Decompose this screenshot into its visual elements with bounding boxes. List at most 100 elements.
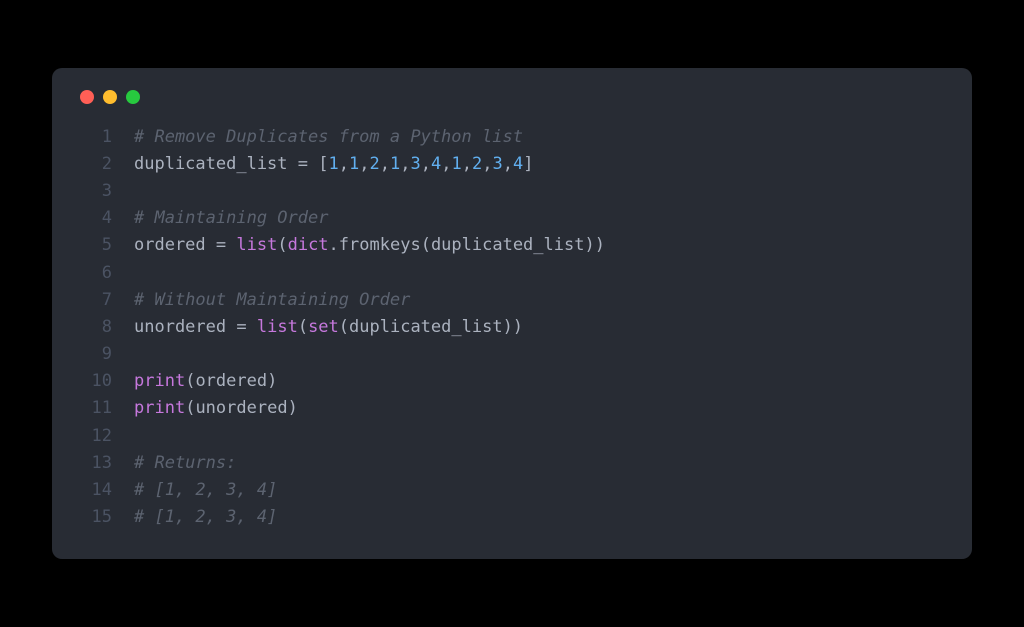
token-num: 1: [452, 154, 462, 174]
token-default: fromkeys: [339, 235, 421, 255]
token-paren: (: [339, 317, 349, 337]
code-line: 15 # [1, 2, 3, 4]: [76, 504, 948, 531]
code-block: 1 # Remove Duplicates from a Python list 2…: [76, 124, 948, 532]
token-func: set: [308, 317, 339, 337]
token-comment: # Maintaining Order: [134, 208, 328, 228]
line-number: 11: [76, 395, 112, 422]
line-number: 3: [76, 178, 112, 205]
line-content: print(unordered): [134, 395, 948, 422]
minimize-icon[interactable]: [103, 90, 117, 104]
code-line: 2duplicated_list = [1,1,2,1,3,4,1,2,3,4]: [76, 151, 948, 178]
token-num: 1: [329, 154, 339, 174]
token-punct: ,: [462, 154, 472, 174]
code-line: 13# Returns:: [76, 450, 948, 477]
token-punct: ,: [400, 154, 410, 174]
token-comment: # Returns:: [134, 453, 236, 473]
code-line: 5 ordered = list(dict.fromkeys(duplicated…: [76, 232, 948, 259]
line-content: duplicated_list = [1,1,2,1,3,4,1,2,3,4]: [134, 151, 948, 178]
token-default: [226, 235, 236, 255]
line-content: [134, 423, 948, 450]
code-line: 7 # Without Maintaining Order: [76, 287, 948, 314]
code-line: 8unordered = list(set(duplicated_list)): [76, 314, 948, 341]
token-paren: (: [421, 235, 431, 255]
line-number: 9: [76, 341, 112, 368]
token-default: [308, 154, 318, 174]
line-content: # Maintaining Order: [134, 205, 948, 232]
line-number: 7: [76, 287, 112, 314]
code-line: 4 # Maintaining Order: [76, 205, 948, 232]
token-func: print: [134, 371, 185, 391]
token-default: [247, 317, 257, 337]
line-content: [134, 260, 948, 287]
token-default: ordered: [134, 235, 216, 255]
token-default: unordered: [195, 398, 287, 418]
code-line: 14 # [1, 2, 3, 4]: [76, 477, 948, 504]
code-window: 1 # Remove Duplicates from a Python list 2…: [52, 68, 972, 560]
token-default: duplicated_list: [349, 317, 503, 337]
line-number: 2: [76, 151, 112, 178]
token-num: 4: [513, 154, 523, 174]
token-num: 3: [411, 154, 421, 174]
line-content: [134, 341, 948, 368]
code-line: 11 print(unordered): [76, 395, 948, 422]
line-number: 14: [76, 477, 112, 504]
token-func: list: [236, 235, 277, 255]
token-num: 2: [472, 154, 482, 174]
line-content: # [1, 2, 3, 4]: [134, 477, 948, 504]
code-line: 6: [76, 260, 948, 287]
token-num: 4: [431, 154, 441, 174]
token-default: unordered: [134, 317, 236, 337]
token-op: =: [216, 235, 226, 255]
token-punct: ,: [359, 154, 369, 174]
line-number: 15: [76, 504, 112, 531]
token-punct: [: [318, 154, 328, 174]
line-content: # Returns:: [134, 450, 948, 477]
line-content: # [1, 2, 3, 4]: [134, 504, 948, 531]
token-num: 1: [349, 154, 359, 174]
line-number: 5: [76, 232, 112, 259]
line-number: 4: [76, 205, 112, 232]
token-paren: )): [584, 235, 604, 255]
line-content: unordered = list(set(duplicated_list)): [134, 314, 948, 341]
window-titlebar: [76, 90, 948, 104]
token-default: duplicated_list: [134, 154, 298, 174]
line-content: ordered = list(dict.fromkeys(duplicated_…: [134, 232, 948, 259]
maximize-icon[interactable]: [126, 90, 140, 104]
token-punct: ,: [380, 154, 390, 174]
token-num: 2: [370, 154, 380, 174]
line-number: 12: [76, 423, 112, 450]
token-op: =: [298, 154, 308, 174]
token-op: =: [236, 317, 246, 337]
line-content: print(ordered): [134, 368, 948, 395]
token-num: 1: [390, 154, 400, 174]
token-paren: ): [288, 398, 298, 418]
token-paren: )): [503, 317, 523, 337]
code-line: 9: [76, 341, 948, 368]
token-comment: # [1, 2, 3, 4]: [134, 480, 277, 500]
token-default: ordered: [195, 371, 267, 391]
token-punct: ]: [523, 154, 533, 174]
token-punct: ,: [421, 154, 431, 174]
code-line: 10 print(ordered): [76, 368, 948, 395]
token-func: list: [257, 317, 298, 337]
line-number: 8: [76, 314, 112, 341]
close-icon[interactable]: [80, 90, 94, 104]
code-line: 3: [76, 178, 948, 205]
token-default: duplicated_list: [431, 235, 585, 255]
token-func: dict: [288, 235, 329, 255]
code-line: 12: [76, 423, 948, 450]
line-number: 6: [76, 260, 112, 287]
token-paren: (: [277, 235, 287, 255]
token-punct: ,: [441, 154, 451, 174]
token-paren: ): [267, 371, 277, 391]
token-punct: ,: [482, 154, 492, 174]
code-line: 1 # Remove Duplicates from a Python list: [76, 124, 948, 151]
line-number: 10: [76, 368, 112, 395]
line-number: 1: [76, 124, 112, 151]
token-comment: # Remove Duplicates from a Python list: [134, 127, 523, 147]
token-paren: (: [185, 398, 195, 418]
token-paren: (: [185, 371, 195, 391]
token-func: print: [134, 398, 185, 418]
token-comment: # Without Maintaining Order: [134, 290, 410, 310]
token-paren: (: [298, 317, 308, 337]
